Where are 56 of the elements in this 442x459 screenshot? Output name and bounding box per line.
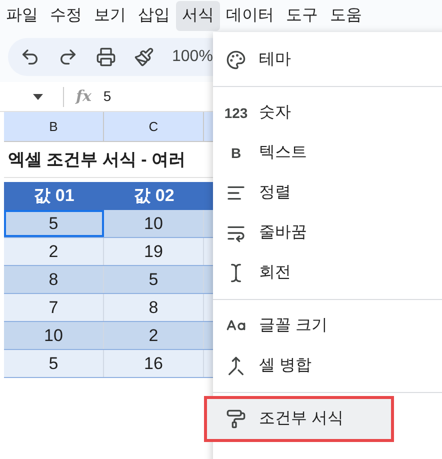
table-cell[interactable]: 8: [4, 266, 104, 293]
menu-glyph: B: [230, 144, 242, 162]
table-cell[interactable]: 10: [4, 322, 104, 349]
menu-item-label: 정렬: [259, 183, 291, 203]
menu-item-label: 조건부 서식: [259, 409, 344, 429]
table-cell[interactable]: 19: [104, 238, 204, 265]
table-cell[interactable]: 5: [4, 350, 104, 377]
menu-bar-item[interactable]: 수정: [44, 1, 88, 31]
zoom-dropdown[interactable]: 100%: [172, 45, 213, 69]
column-header[interactable]: C: [104, 112, 204, 141]
palette-icon: [226, 50, 246, 70]
table-cell[interactable]: 16: [104, 350, 204, 377]
menu-item[interactable]: B 텍스트: [213, 133, 442, 173]
menu-item-label: 셀 병합: [259, 356, 312, 376]
menu-item[interactable]: 정렬: [213, 173, 442, 213]
table-cell[interactable]: 5: [104, 266, 204, 293]
menu-item[interactable]: 셀 병합: [213, 346, 442, 386]
menu-bar-item[interactable]: 도움: [324, 1, 368, 31]
undo-icon[interactable]: [20, 47, 40, 67]
menu-item[interactable]: 테마: [213, 40, 442, 80]
menu-item[interactable]: 줄바꿈: [213, 213, 442, 253]
table-cell[interactable]: 2: [104, 322, 204, 349]
table-cell[interactable]: 10: [104, 210, 204, 237]
menu-item[interactable]: 회전: [213, 253, 442, 293]
menu-bar-item[interactable]: 도구: [280, 1, 324, 31]
table-cell[interactable]: 5: [4, 210, 104, 237]
menu-item-label: 숫자: [259, 103, 291, 123]
table-header-cell-text: 값 02: [132, 185, 176, 208]
menu-item-label: 텍스트: [259, 143, 307, 163]
sheet-title: 엑셀 조건부 서식 - 여러: [8, 148, 186, 171]
menu-bar-item[interactable]: 삽입: [132, 1, 176, 31]
paint-roller-icon: [226, 409, 246, 429]
menu-bar-item[interactable]: 서식: [176, 1, 220, 31]
menu-item-label: 글꼴 크기: [259, 316, 328, 336]
menu-item-label: 회전: [259, 263, 291, 283]
print-icon[interactable]: [96, 47, 116, 67]
menu-item[interactable]: 123 숫자: [213, 93, 442, 133]
menu-item[interactable]: 글꼴 크기: [213, 306, 442, 346]
menu-item-label: 줄바꿈: [259, 223, 307, 243]
table-cell[interactable]: 2: [4, 238, 104, 265]
menu-glyph: 123: [224, 104, 248, 122]
dropdown-caret-icon[interactable]: [33, 94, 43, 100]
merge-icon: [226, 356, 246, 376]
redo-icon[interactable]: [58, 47, 78, 67]
formula-value[interactable]: 5: [103, 86, 112, 107]
menu-bar-item[interactable]: 보기: [88, 1, 132, 31]
table-header-cell-text: 값 01: [32, 185, 76, 208]
menu-item-label: 테마: [259, 50, 291, 70]
menu-item[interactable]: 조건부 서식: [207, 399, 391, 439]
table-cell[interactable]: 8: [104, 294, 204, 321]
column-header[interactable]: B: [4, 112, 104, 141]
paint-format-icon[interactable]: [134, 47, 154, 67]
table-cell[interactable]: 7: [4, 294, 104, 321]
fx-label: fx: [76, 86, 92, 108]
menu-bar-item[interactable]: 파일: [0, 1, 44, 31]
menu-bar-item[interactable]: 데이터: [220, 1, 280, 31]
